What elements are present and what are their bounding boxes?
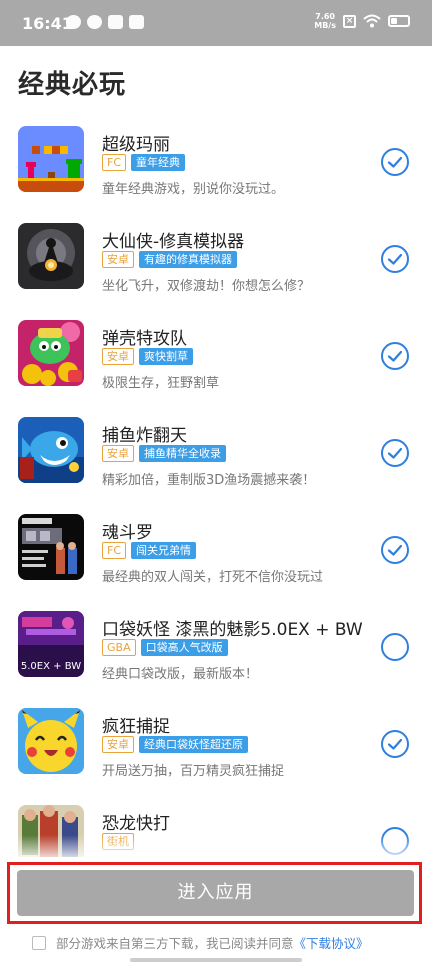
platform-tag: GBA	[102, 639, 136, 656]
list-item[interactable]: 弹壳特攻队 安卓 爽快割草 极限生存，狂野割草	[0, 306, 432, 403]
sim-off-icon: ×	[343, 14, 356, 28]
game-description: 最经典的双人闯关，打死不信你没玩过	[102, 570, 324, 585]
checked-checkbox[interactable]	[381, 536, 409, 564]
checked-checkbox[interactable]	[381, 148, 409, 176]
game-name: 超级玛丽	[102, 135, 170, 155]
game-description: 童年经典游戏，别说你没玩过。	[102, 182, 285, 197]
game-name: 捕鱼炸翻天	[102, 426, 187, 446]
status-bar: 16:41 7.60 MB/s ×	[0, 0, 432, 46]
list-item[interactable]: 疯狂捕捉 安卓 经典口袋妖怪超还原 开局送万抽，百万精灵疯狂捕捉	[0, 694, 432, 791]
list-item[interactable]: 魂斗罗 FC 闯关兄弟情 最经典的双人闯关，打死不信你没玩过	[0, 500, 432, 597]
feature-tag: 捕鱼精华全收录	[139, 445, 226, 462]
platform-tag: FC	[102, 542, 127, 559]
list-item[interactable]: 5.0EX + BW 口袋妖怪 漆黑的魅影5.0EX + BW GBA 口袋高人…	[0, 597, 432, 694]
battery-icon	[388, 15, 410, 27]
list-fade	[0, 835, 432, 863]
checked-checkbox[interactable]	[381, 245, 409, 273]
notification-icons	[66, 15, 144, 29]
feature-tag: 闯关兄弟情	[131, 542, 197, 559]
game-name: 恐龙快打	[102, 814, 170, 834]
game-name: 魂斗罗	[102, 523, 153, 543]
game-description: 精彩加倍，重制版3D渔场震撼来袭！	[102, 473, 316, 488]
game-description: 坐化飞升，双修渡劫！你想怎么修？	[102, 279, 311, 294]
game-name: 疯狂捕捉	[102, 717, 170, 737]
thumbnail-caption: 5.0EX + BW	[21, 661, 81, 672]
wifi-icon	[363, 14, 381, 28]
game-description: 经典口袋改版，最新版本！	[102, 667, 259, 682]
platform-tag: 安卓	[102, 348, 134, 365]
checked-checkbox[interactable]	[381, 342, 409, 370]
mario-thumbnail	[18, 126, 84, 192]
game-notification-icon	[66, 15, 81, 29]
platform-tag: 安卓	[102, 736, 134, 753]
pikachu-thumbnail	[18, 708, 84, 774]
feature-tag: 童年经典	[131, 154, 186, 171]
agreement-text: 部分游戏来自第三方下载，我已阅读并同意	[56, 936, 294, 951]
checkmark-icon	[387, 350, 403, 362]
contra-thumbnail	[18, 514, 84, 580]
list-item[interactable]: 超级玛丽 FC 童年经典 童年经典游戏，别说你没玩过。	[0, 112, 432, 209]
list-item[interactable]: 捕鱼炸翻天 安卓 捕鱼精华全收录 精彩加倍，重制版3D渔场震撼来袭！	[0, 403, 432, 500]
download-agreement-link[interactable]: 《下载协议》	[294, 933, 369, 952]
home-indicator[interactable]	[130, 958, 302, 962]
game-description: 开局送万抽，百万精灵疯狂捕捉	[102, 764, 285, 779]
pokemon-thumbnail: 5.0EX + BW	[18, 611, 84, 677]
checkmark-icon	[387, 447, 403, 459]
agreement-row: 部分游戏来自第三方下载，我已阅读并同意 《下载协议》	[32, 933, 369, 952]
infinity-app-icon	[108, 15, 123, 29]
feature-tag: 经典口袋妖怪超还原	[139, 736, 248, 753]
platform-tag: 安卓	[102, 445, 134, 462]
fish-thumbnail	[18, 417, 84, 483]
game-name: 大仙侠-修真模拟器	[102, 232, 245, 252]
agreement-checkbox[interactable]	[32, 935, 46, 950]
unchecked-checkbox[interactable]	[381, 633, 409, 661]
checkmark-icon	[387, 738, 403, 750]
feature-tag: 有趣的修真模拟器	[139, 251, 237, 268]
checkmark-icon	[387, 253, 403, 265]
game-name: 弹壳特攻队	[102, 329, 187, 349]
dinosaur-thumbnail	[18, 320, 84, 386]
page-title: 经典必玩	[18, 70, 127, 100]
network-speed: 7.60 MB/s	[314, 12, 336, 30]
game-description: 极限生存，狂野割草	[102, 376, 220, 391]
enter-app-button[interactable]: 进入应用	[17, 870, 414, 916]
checked-checkbox[interactable]	[381, 439, 409, 467]
checked-checkbox[interactable]	[381, 730, 409, 758]
checkmark-icon	[387, 544, 403, 556]
game-list[interactable]: 超级玛丽 FC 童年经典 童年经典游戏，别说你没玩过。 大仙侠-修真模拟器 安卓…	[0, 112, 432, 857]
grid-app-icon	[129, 15, 144, 29]
game-name: 口袋妖怪 漆黑的魅影5.0EX + BW	[102, 620, 363, 640]
cultivation-thumbnail	[18, 223, 84, 289]
platform-tag: 安卓	[102, 251, 134, 268]
feature-tag: 爽快割草	[139, 348, 193, 365]
platform-tag: FC	[102, 154, 127, 171]
app-notification-icon	[87, 15, 102, 29]
list-item[interactable]: 大仙侠-修真模拟器 安卓 有趣的修真模拟器 坐化飞升，双修渡劫！你想怎么修？	[0, 209, 432, 306]
feature-tag: 口袋高人气改版	[140, 639, 228, 656]
checkmark-icon	[387, 156, 403, 168]
